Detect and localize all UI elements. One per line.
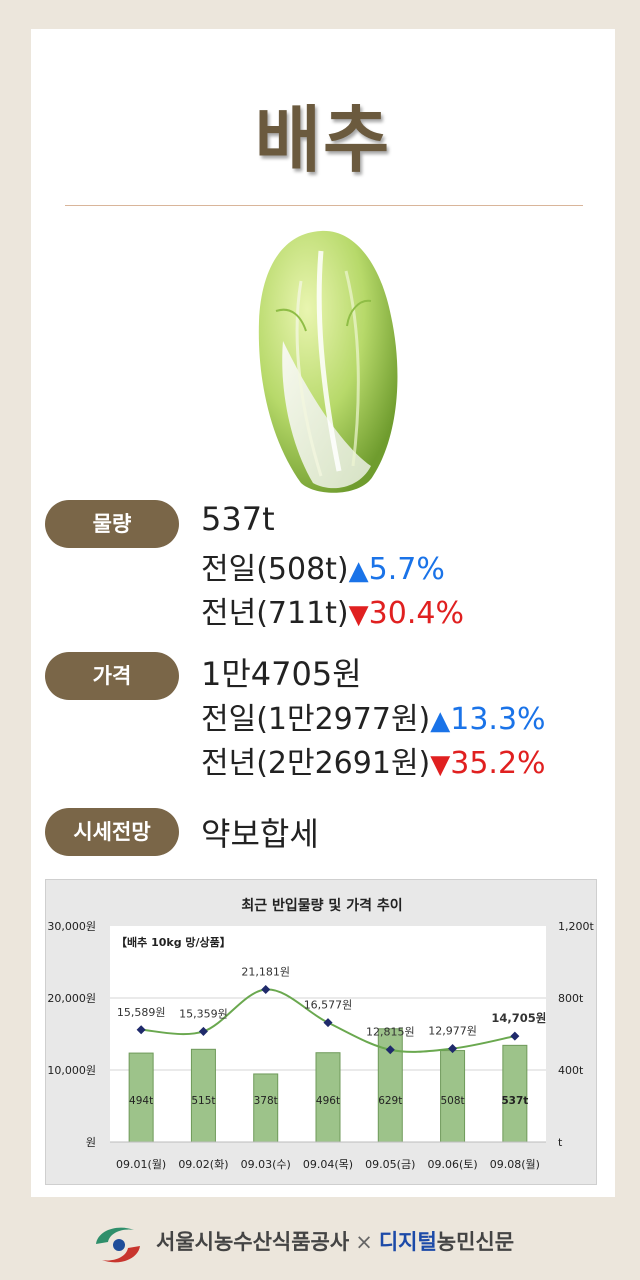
volume-badge: 물량 [45,500,179,548]
x-tick-label: 09.01(월) [116,1158,166,1171]
volume-prev-year-change: 30.4% [368,596,464,631]
price-point-label: 12,815원 [366,1026,415,1039]
volume-prev-year-label: 전년(711t) [201,596,349,631]
footer-credit: 서울시농수산식품공사 × 디지털농민신문 [156,1226,514,1256]
price-volume-chart: 최근 반입물량 및 가격 추이 【배추 10kg 망/상품】 30,000원 20,0… [47,897,594,1171]
title-divider [65,205,583,206]
left-tick-label: 10,000원 [47,1064,96,1077]
price-point-label: 15,359원 [179,1007,228,1020]
price-prev-day-label: 전일(1만2977원) [201,702,431,737]
price-prev-day: 전일(1만2977원)▲13.3% [201,694,546,738]
footer-separator: × [355,1230,373,1254]
right-tick-label: 400t [558,1064,584,1077]
volume-value: 537t [201,500,275,538]
price-prev-year: 전년(2만2691원)▼35.2% [201,738,546,782]
footer-brand-a: 디지털 [378,1230,437,1254]
volume-bar-label: 378t [254,1095,278,1107]
volume-bar [502,1044,528,1143]
x-tick-label: 09.05(금) [365,1158,415,1171]
cabbage-image [258,230,398,493]
price-point-label: 14,705원 [491,1011,546,1025]
down-triangle-icon: ▼ [430,750,451,780]
right-tick-label: t [558,1136,563,1149]
price-prev-year-label: 전년(2만2691원) [201,746,431,781]
seoul-agro-logo-icon [96,1227,140,1263]
footer-org: 서울시농수산식품공사 [156,1230,350,1254]
volume-prev-day: 전일(508t)▲5.7% [201,544,445,588]
x-tick-label: 09.06(토) [427,1158,477,1171]
outlook-badge: 시세전망 [45,808,179,856]
left-tick-label: 원 [86,1136,96,1149]
volume-bar-label: 629t [378,1095,402,1107]
footer: 서울시농수산식품공사 × 디지털농민신문 [0,1212,640,1272]
page-title: 배추 [254,98,392,182]
chart-subtitle: 【배추 10kg 망/상품】 [116,935,231,949]
price-prev-day-change: 13.3% [450,702,546,737]
infographic-card: 배추 물량 537t 전일(508t)▲5.7% 전년(711t)▼30.4% [31,29,615,1197]
volume-bar-label: 515t [191,1095,215,1107]
chart-panel: 최근 반입물량 및 가격 추이 【배추 10kg 망/상품】 30,000원 20,0… [45,879,597,1185]
price-point-label: 21,181원 [241,965,290,978]
price-point-label: 16,577원 [304,999,353,1012]
volume-bar-label: 508t [440,1095,464,1107]
price-badge: 가격 [45,652,179,700]
volume-prev-year: 전년(711t)▼30.4% [201,588,464,632]
price-prev-year-change: 35.2% [450,746,546,781]
footer-brand-b: 농민신문 [436,1230,515,1254]
price-point-label: 12,977원 [428,1025,477,1038]
volume-prev-day-label: 전일(508t) [201,552,349,587]
left-tick-label: 30,000원 [47,920,96,933]
right-tick-label: 1,200t [558,920,594,933]
volume-bar [253,1073,279,1143]
chart-title: 최근 반입물량 및 가격 추이 [241,897,402,914]
x-tick-label: 09.03(수) [241,1158,291,1171]
left-tick-label: 20,000원 [47,992,96,1005]
x-tick-label: 09.08(월) [490,1158,540,1171]
x-tick-label: 09.04(목) [303,1158,353,1171]
x-tick-label: 09.02(화) [178,1158,228,1171]
volume-bar-label: 494t [129,1095,153,1107]
right-tick-label: 800t [558,992,584,1005]
outlook-value: 약보합세 [201,815,319,853]
price-point-label: 15,589원 [117,1006,166,1019]
volume-bar-label: 537t [501,1095,528,1107]
down-triangle-icon: ▼ [348,600,369,630]
volume-prev-day-change: 5.7% [368,552,445,587]
up-triangle-icon: ▲ [430,706,451,736]
up-triangle-icon: ▲ [348,556,369,586]
price-value: 1만4705원 [201,655,362,693]
volume-bar-label: 496t [316,1095,340,1107]
